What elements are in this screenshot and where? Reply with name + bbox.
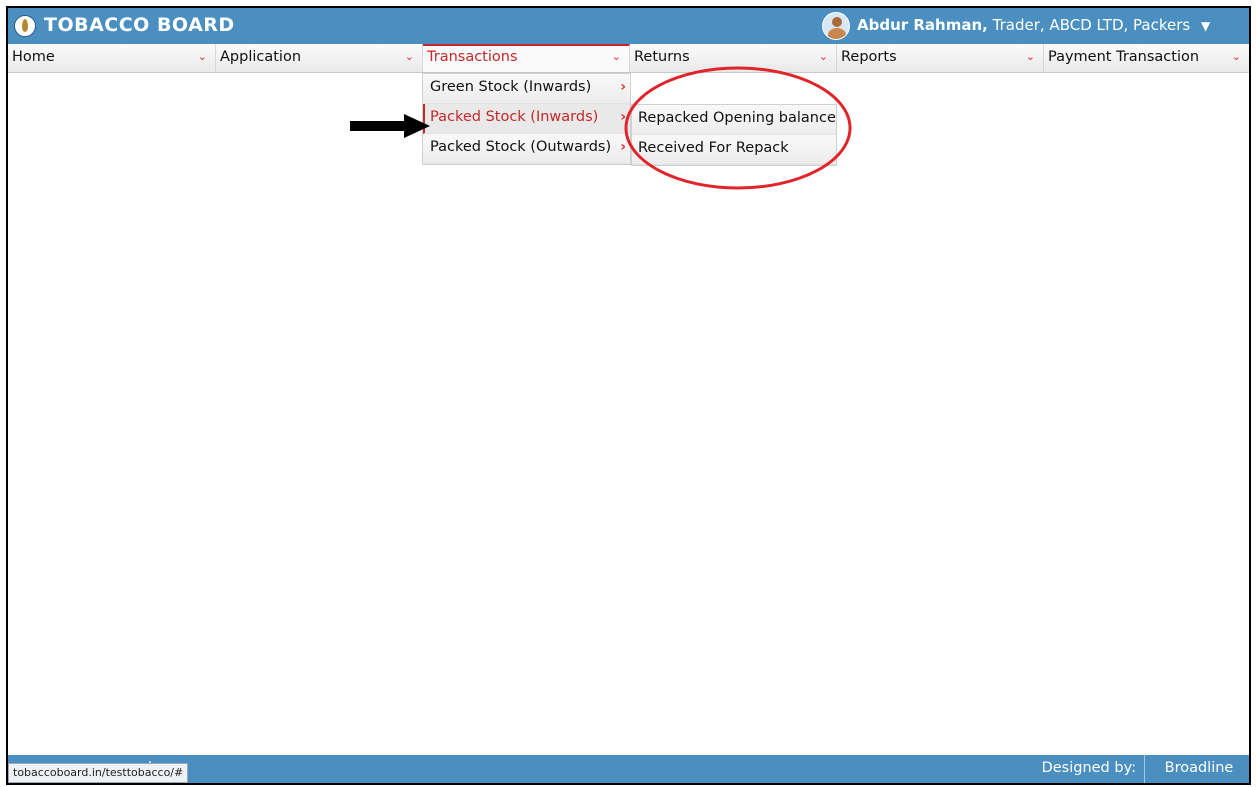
chevron-right-icon: › <box>620 79 626 95</box>
menu-item-repacked-opening-balance[interactable]: Repacked Opening balance <box>632 105 836 135</box>
menu-item-received-for-repack[interactable]: Received For Repack <box>632 135 836 165</box>
user-name: Abdur Rahman, <box>857 16 988 34</box>
app-window: TOBACCO BOARD Abdur Rahman, Trader, ABCD… <box>6 6 1251 785</box>
menu-returns-label: Returns <box>634 49 690 65</box>
designer-link[interactable]: Broadline <box>1149 755 1249 783</box>
chevron-down-icon: ⌄ <box>1025 50 1035 63</box>
menu-reports-label: Reports <box>841 49 897 65</box>
app-title: TOBACCO BOARD <box>44 14 235 36</box>
top-bar: TOBACCO BOARD Abdur Rahman, Trader, ABCD… <box>8 8 1249 44</box>
user-menu[interactable]: Abdur Rahman, Trader, ABCD LTD, Packers … <box>857 16 1210 34</box>
tobacco-leaf-logo-icon <box>14 15 36 37</box>
menu-payment-transaction-label: Payment Transaction <box>1048 49 1200 65</box>
browser-status-url: tobaccoboard.in/testtobacco/# <box>8 763 189 783</box>
annotation-arrow-icon <box>350 114 430 138</box>
menu-item-label: Packed Stock (Inwards) <box>430 109 599 125</box>
menu-transactions[interactable]: Transactions ⌄ <box>423 44 630 72</box>
chevron-down-icon: ⌄ <box>611 50 621 63</box>
transactions-dropdown: Green Stock (Inwards) › Packed Stock (In… <box>422 73 631 165</box>
menu-item-green-stock-inwards[interactable]: Green Stock (Inwards) › <box>423 74 630 104</box>
menu-home-label: Home <box>12 49 55 65</box>
user-avatar[interactable] <box>822 12 850 40</box>
menu-application-label: Application <box>220 49 302 65</box>
packed-stock-inwards-submenu: Repacked Opening balance Received For Re… <box>631 104 837 166</box>
designed-by-label: Designed by: <box>1034 755 1145 783</box>
menu-home[interactable]: Home ⌄ <box>8 44 216 72</box>
menu-application[interactable]: Application ⌄ <box>216 44 423 72</box>
chevron-down-icon: ⌄ <box>197 50 207 63</box>
chevron-down-icon: ⌄ <box>404 50 414 63</box>
menu-item-label: Repacked Opening balance <box>638 110 836 126</box>
menu-returns[interactable]: Returns ⌄ <box>630 44 837 72</box>
user-details: Trader, ABCD LTD, Packers <box>992 16 1191 34</box>
menu-reports[interactable]: Reports ⌄ <box>837 44 1044 72</box>
menu-item-label: Received For Repack <box>638 140 789 156</box>
chevron-down-icon: ⌄ <box>1231 50 1241 63</box>
menu-transactions-label: Transactions <box>427 49 518 65</box>
main-menu-bar: Home ⌄ Application ⌄ Transactions ⌄ Retu… <box>8 44 1249 73</box>
chevron-down-icon: ⌄ <box>818 50 828 63</box>
caret-down-icon[interactable]: ▼ <box>1201 19 1210 33</box>
menu-item-label: Green Stock (Inwards) <box>430 79 592 95</box>
menu-item-packed-stock-inwards[interactable]: Packed Stock (Inwards) › <box>423 104 630 134</box>
menu-item-label: Packed Stock (Outwards) <box>430 139 612 155</box>
menu-item-packed-stock-outwards[interactable]: Packed Stock (Outwards) › <box>423 134 630 164</box>
chevron-right-icon: › <box>620 139 626 155</box>
footer-bar: ard tobaccoboard.in/testtobacco/# Design… <box>8 755 1249 783</box>
menu-payment-transaction[interactable]: Payment Transaction ⌄ <box>1044 44 1249 72</box>
chevron-right-icon: › <box>620 109 626 125</box>
